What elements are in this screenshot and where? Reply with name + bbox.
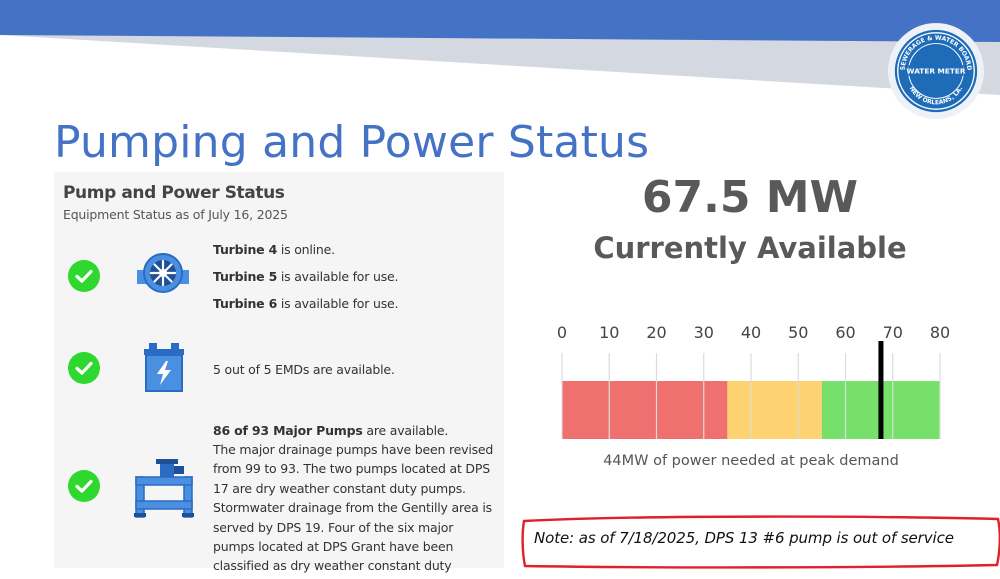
available-power-label: Currently Available <box>593 231 907 265</box>
gauge-tick-label-80: 80 <box>930 323 950 342</box>
turbine-5-status: Turbine 5 is available for use. <box>213 269 399 284</box>
panel-subtitle: Equipment Status as of July 16, 2025 <box>63 207 288 222</box>
power-gauge-chart: 0 10 20 30 40 50 60 70 80 44MW of power needed at… <box>557 323 950 469</box>
gauge-tick-label-10: 10 <box>599 323 619 342</box>
header-band <box>0 0 1000 95</box>
gauge-tick-label-50: 50 <box>788 323 808 342</box>
turbine-icon <box>137 253 189 293</box>
major-pumps-headline: 86 of 93 Major Pumps are available. <box>213 423 449 438</box>
panel-title: Pump and Power Status <box>63 183 285 203</box>
emd-status: 5 out of 5 EMDs are available. <box>213 362 395 377</box>
gauge-tick-label-30: 30 <box>694 323 714 342</box>
service-note: Note: as of 7/18/2025, DPS 13 #6 pump is… <box>534 529 954 547</box>
pump-power-status-panel: Pump and Power Status Equipment Status a… <box>54 172 504 579</box>
check-circle-icon <box>68 470 100 502</box>
battery-icon <box>144 343 184 392</box>
gauge-tick-label-70: 70 <box>883 323 903 342</box>
major-pumps-description: The major drainage pumps have been revis… <box>213 442 494 579</box>
gauge-tick-label-0: 0 <box>557 323 567 342</box>
gauge-band-0 <box>562 381 728 439</box>
turbine-6-status: Turbine 6 is available for use. <box>213 296 399 311</box>
logo-center-text: WATER METER <box>906 66 965 75</box>
gauge-xlabel: 44MW of power needed at peak demand <box>603 453 899 469</box>
gauge-current-marker <box>878 341 884 439</box>
pipe-pump-icon <box>134 459 194 518</box>
sewerage-water-board-logo: SEWERAGE & WATER BOARD NEW ORLEANS, LA. … <box>887 22 985 120</box>
slide-title: Pumping and Power Status <box>54 117 650 168</box>
gauge-tick-label-60: 60 <box>835 323 855 342</box>
gauge-tick-label-20: 20 <box>646 323 666 342</box>
check-circle-icon <box>68 352 100 384</box>
available-power-value: 67.5 MW <box>641 172 859 223</box>
gauge-tick-label-40: 40 <box>741 323 761 342</box>
gauge-band-1 <box>727 381 822 439</box>
turbine-4-status: Turbine 4 is online. <box>213 242 335 257</box>
check-circle-icon <box>68 260 100 292</box>
